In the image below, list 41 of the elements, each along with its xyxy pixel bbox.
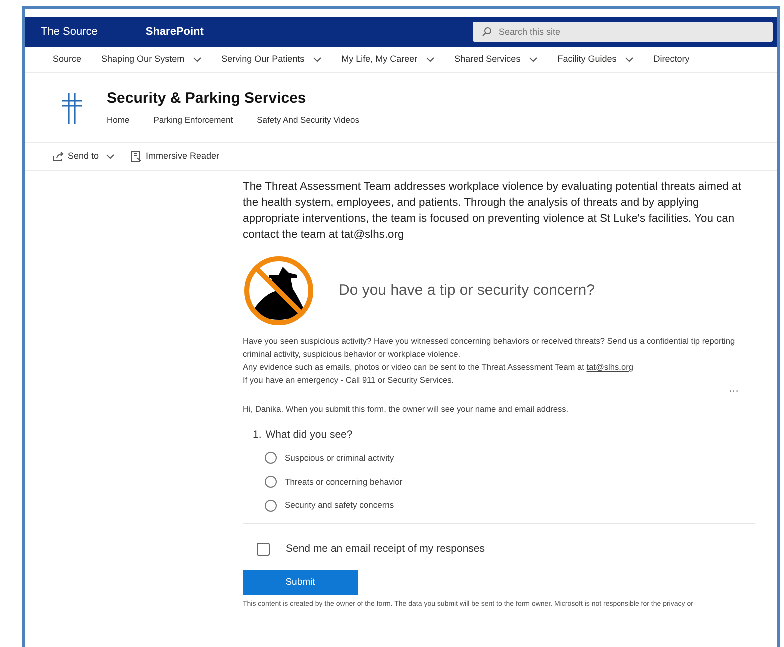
nav-link[interactable]: My Life, My Career: [342, 52, 435, 66]
site-nav-link[interactable]: Parking Enforcement: [154, 114, 234, 128]
radio-button[interactable]: [265, 452, 277, 464]
chevron-icon: [106, 154, 116, 160]
form-notice: Hi, Danika. When you submit this form, the owner will see your name and email address.: [243, 403, 570, 416]
reader-icon: [131, 151, 142, 162]
nav-link[interactable]: Shaping Our System: [102, 52, 202, 66]
no-intruder-icon: [243, 255, 315, 327]
checkbox-label: Send me an email receipt of my responses: [286, 542, 486, 557]
app-name: SharePoint: [146, 24, 204, 40]
email-link[interactable]: tat@slhs.org: [586, 362, 634, 372]
site-link[interactable]: The Source: [41, 24, 98, 40]
share-icon: [53, 152, 64, 162]
site-nav-link[interactable]: Home: [107, 114, 130, 128]
question-text: What did you see?: [266, 428, 353, 443]
nav-link[interactable]: Facility Guides: [558, 52, 634, 66]
more-options-button[interactable]: ···: [729, 387, 739, 397]
submit-button[interactable]: Submit: [243, 570, 358, 595]
emergency-text: If you have an emergency - Call 911 or Security Services.: [243, 374, 456, 387]
nav-link[interactable]: Shared Services: [454, 52, 538, 66]
nav-link[interactable]: Serving Our Patients: [222, 52, 322, 66]
form-description: Have you seen suspicious activity? Have you witnessed concerning behaviors or received threats? Send us a confidential tip reporting criminal activity, suspicious behavior or workplace violence.: [243, 335, 736, 361]
command-button[interactable]: Send to: [53, 150, 116, 164]
search-field[interactable]: Search this site: [473, 22, 773, 42]
option-label: Suspcious or criminal activity: [285, 452, 394, 464]
radio-button[interactable]: [265, 476, 277, 488]
option-label: Security and safety concerns: [285, 499, 394, 512]
form-heading: Do you have a tip or security concern?: [339, 280, 595, 301]
radio-button[interactable]: [265, 500, 277, 512]
site-nav-link[interactable]: Safety And Security Videos: [257, 114, 360, 128]
command-button[interactable]: Immersive Reader: [131, 150, 220, 164]
nav-link[interactable]: Source: [53, 52, 82, 66]
site-title: Security & Parking Services: [107, 88, 308, 109]
option-label: Threats or concerning behavior: [285, 476, 403, 488]
checkbox[interactable]: [257, 543, 270, 556]
question-number: 1.: [253, 428, 262, 443]
intro-paragraph: The Threat Assessment Team addresses workplace violence by evaluating potential threats aimed at the health system, employees, and patients. Through the analysis of threats and by applying appropriate interventions, the team is focused on preventing violence at St Luke's facilities. You can contact the team at tat@slhs.org: [243, 180, 742, 243]
search-icon: [482, 27, 492, 37]
nav-link[interactable]: Directory: [654, 52, 690, 66]
cross-logo-icon: [61, 92, 83, 124]
evidence-text: Any evidence such as emails, photos or video can be sent to the Threat Assessment Team at tat@slhs.org: [243, 361, 634, 374]
